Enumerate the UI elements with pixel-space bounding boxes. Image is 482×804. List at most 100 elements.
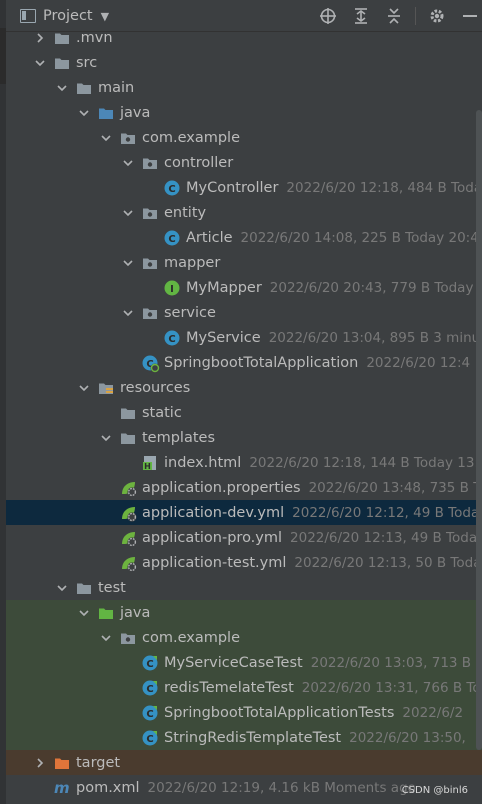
chevron-down-icon[interactable] (100, 632, 112, 644)
tree-item-name: pom.xml (76, 779, 140, 796)
tree-item-meta: 2022/6/20 13:48, 735 B T (308, 479, 482, 496)
tree-row[interactable]: C SpringbootTotalApplication 2022/6/20 12:… (6, 350, 482, 375)
tree-row[interactable]: I MyMapper 2022/6/20 20:43, 779 B Today (6, 275, 482, 300)
springboot-class-icon: C (142, 355, 160, 372)
tree-row[interactable]: application-test.yml 2022/6/20 12:13, 50 … (6, 550, 482, 575)
html-icon: H (142, 455, 158, 471)
svg-text:C: C (146, 659, 153, 670)
tree-item-name: com.example (142, 629, 240, 646)
svg-text:C: C (146, 684, 153, 695)
chevron-down-icon[interactable] (122, 157, 134, 169)
tree-item-name: redisTemelateTest (164, 679, 294, 696)
tree-item-meta: 2022/6/20 13:31, 766 B To (301, 679, 481, 696)
tree-item-name: StringRedisTemplateTest (164, 729, 342, 746)
test-class-icon: C (142, 655, 158, 671)
tree-row[interactable]: application-dev.yml 2022/6/20 12:12, 49 B… (6, 500, 482, 525)
tree-row[interactable]: C SpringbootTotalApplicationTests 2022/6/2 (6, 700, 482, 725)
tree-item-name: index.html (164, 454, 242, 471)
tree-row[interactable]: resources (6, 375, 482, 400)
tree-item-name: application-pro.yml (142, 529, 283, 546)
chevron-down-icon[interactable] (78, 382, 90, 394)
chevron-down-icon[interactable] (100, 432, 112, 444)
tree-row[interactable]: java (6, 600, 482, 625)
tree-item-name: application-dev.yml (142, 504, 285, 521)
tree-item-name: java (120, 104, 151, 121)
svg-text:H: H (144, 462, 151, 471)
tree-row[interactable]: src (6, 50, 482, 75)
spring-config-icon (120, 555, 137, 572)
tree-row[interactable]: entity (6, 200, 482, 225)
tree-row[interactable]: Hindex.html 2022/6/20 12:18, 144 B Today … (6, 450, 482, 475)
chevron-right-icon[interactable] (34, 757, 46, 769)
package-icon (142, 205, 158, 221)
chevron-down-icon: ▼ (100, 9, 110, 23)
project-view-selector[interactable]: Project ▼ (20, 6, 109, 26)
tree-row[interactable]: application-pro.yml 2022/6/20 12:13, 49 B… (6, 525, 482, 550)
tree-row[interactable]: application.properties 2022/6/20 13:48, 7… (6, 475, 482, 500)
tree-row[interactable]: test (6, 575, 482, 600)
toolbar-separator (415, 7, 416, 25)
tree-item-meta: 2022/6/20 13:04, 895 B 3 minut (268, 329, 482, 346)
svg-text:C: C (168, 234, 175, 245)
interface-icon: I (164, 280, 180, 296)
folder-icon (76, 80, 92, 96)
folder-icon (120, 430, 136, 446)
folder-orange-icon (54, 755, 70, 771)
chevron-down-icon[interactable] (56, 582, 68, 594)
tree-row[interactable]: target (6, 750, 482, 775)
svg-text:I: I (170, 284, 174, 295)
chevron-right-icon[interactable] (34, 32, 46, 44)
tree-item-name: resources (120, 379, 191, 396)
tree-row[interactable]: mapper (6, 250, 482, 275)
tree-row[interactable]: main (6, 75, 482, 100)
tree-item-name: java (120, 604, 151, 621)
chevron-down-icon[interactable] (56, 82, 68, 94)
tree-item-meta: 2022/6/20 12:18, 144 B Today 13:4 (249, 454, 482, 471)
tree-item-meta: 2022/6/20 12:4 (366, 354, 471, 371)
chevron-down-icon[interactable] (78, 107, 90, 119)
tree-item-name: Article (186, 229, 233, 246)
tree-item-meta: 2022/6/20 14:08, 225 B Today 20:44 (240, 229, 482, 246)
tree-item-name: SpringbootTotalApplication (164, 354, 359, 371)
tree-item-meta: 2022/6/2 (402, 704, 464, 721)
tree-item-meta: 2022/6/20 13:03, 713 B 3 (310, 654, 482, 671)
package-icon (142, 155, 158, 171)
tree-row[interactable]: C MyServiceCaseTest 2022/6/20 13:03, 713 B… (6, 650, 482, 675)
svg-text:m: m (54, 780, 70, 796)
tree-item-meta: 2022/6/20 12:19, 4.16 kB Moments ago (147, 779, 416, 796)
tree-item-name: application-test.yml (142, 554, 287, 571)
tree-row[interactable]: C MyService 2022/6/20 13:04, 895 B 3 minut (6, 325, 482, 350)
tree-row[interactable]: service (6, 300, 482, 325)
tree-row[interactable]: com.example (6, 625, 482, 650)
tree-row[interactable]: .mvn (6, 25, 482, 50)
tree-item-name: src (76, 54, 98, 71)
chevron-down-icon[interactable] (100, 132, 112, 144)
tree-row[interactable]: com.example (6, 125, 482, 150)
chevron-down-icon[interactable] (34, 57, 46, 69)
tree-item-name: application.properties (142, 479, 301, 496)
tree-item-meta: 2022/6/20 12:13, 49 B Today (290, 529, 482, 546)
chevron-down-icon[interactable] (78, 607, 90, 619)
chevron-down-icon[interactable] (122, 307, 134, 319)
tree-row[interactable]: static (6, 400, 482, 425)
tree-row[interactable]: CredisTemelateTest 2022/6/20 13:31, 766 B… (6, 675, 482, 700)
tree-item-meta: 2022/6/20 20:43, 779 B Today (269, 279, 474, 296)
tree-item-meta: 2022/6/20 12:13, 50 B Toda (294, 554, 482, 571)
package-icon (142, 255, 158, 271)
tree-item-name: .mvn (76, 29, 113, 46)
chevron-down-icon[interactable] (122, 207, 134, 219)
chevron-down-icon[interactable] (122, 257, 134, 269)
test-class-icon: C (142, 680, 158, 696)
tree-row[interactable]: java (6, 100, 482, 125)
maven-icon: m (54, 779, 70, 797)
svg-text:C: C (146, 734, 153, 745)
tree-row[interactable]: controller (6, 150, 482, 175)
tree-row[interactable]: C StringRedisTemplateTest 2022/6/20 13:50, (6, 725, 482, 750)
vertical-scrollbar[interactable] (476, 110, 482, 750)
spring-config-icon (120, 505, 137, 522)
spring-config-icon (120, 530, 137, 547)
tree-row[interactable]: C Article 2022/6/20 14:08, 225 B Today 20:… (6, 225, 482, 250)
tree-row[interactable]: C MyController 2022/6/20 12:18, 484 B Toda (6, 175, 482, 200)
tree-item-name: entity (164, 204, 207, 221)
tree-row[interactable]: templates (6, 425, 482, 450)
